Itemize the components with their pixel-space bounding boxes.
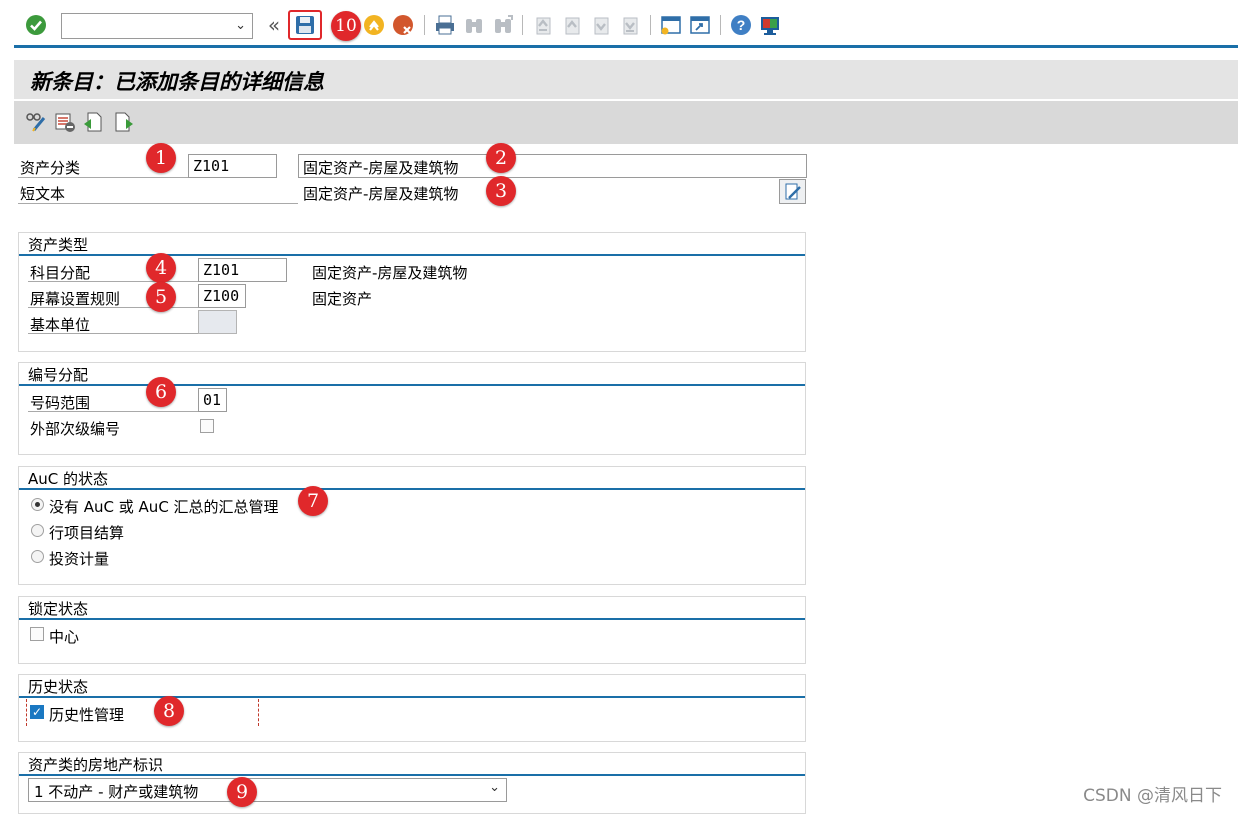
save-icon[interactable] <box>288 10 322 40</box>
base-unit-field[interactable] <box>198 310 237 334</box>
chevron-down-icon[interactable]: ⌄ <box>489 780 500 795</box>
group-title: 资产类的房地产标识 <box>28 756 164 774</box>
annotation-badge: 5 <box>146 282 176 312</box>
auc-summary-radio[interactable] <box>31 498 44 511</box>
investment-measure-radio[interactable] <box>31 550 44 563</box>
group-title: 历史状态 <box>28 678 89 696</box>
back-icon[interactable] <box>362 13 386 37</box>
asset-class-label: 资产分类 <box>20 159 81 177</box>
group-lock-status: 锁定状态 <box>18 596 806 664</box>
annotation-badge: 10 <box>331 11 361 41</box>
group-title: 编号分配 <box>28 366 89 384</box>
short-text-field[interactable]: 固定资产-房屋及建筑物 <box>298 180 770 204</box>
new-session-icon[interactable] <box>659 13 683 37</box>
group-title: AuC 的状态 <box>28 470 109 488</box>
number-range-field[interactable]: 01 <box>198 388 227 412</box>
title-bar: 新条目：已添加条目的详细信息 <box>14 60 1238 99</box>
annotation-badge: 1 <box>146 143 176 173</box>
line-item-settlement-label: 行项目结算 <box>49 524 125 542</box>
short-text-label: 短文本 <box>20 185 66 203</box>
screen-layout-label: 屏幕设置规则 <box>30 290 121 308</box>
watermark: CSDN @清风日下 <box>1083 786 1222 806</box>
last-page-icon[interactable] <box>618 13 642 37</box>
asset-class-description: 固定资产-房屋及建筑物 <box>298 154 807 178</box>
annotation-badge: 8 <box>154 696 184 726</box>
number-range-label: 号码范围 <box>30 394 91 412</box>
annotation-badge: 9 <box>227 777 257 807</box>
group-numbering: 编号分配 <box>18 362 806 455</box>
display-change-icon[interactable] <box>24 110 48 134</box>
base-unit-label: 基本单位 <box>30 316 91 334</box>
collapse-icon[interactable]: « <box>262 13 286 37</box>
chevron-down-icon[interactable]: ⌄ <box>235 18 246 33</box>
account-determination-description: 固定资产-房屋及建筑物 <box>312 264 468 282</box>
investment-measure-label: 投资计量 <box>49 550 110 568</box>
page-title: 新条目：已添加条目的详细信息 <box>30 69 324 94</box>
center-lock-label: 中心 <box>49 628 80 646</box>
command-field[interactable]: ⌄ <box>61 13 253 39</box>
real-estate-indicator-value: 1 不动产 - 财产或建筑物 <box>34 783 199 801</box>
find-next-icon[interactable] <box>491 13 515 37</box>
annotation-badge: 7 <box>298 486 328 516</box>
auc-summary-label: 没有 AuC 或 AuC 汇总的汇总管理 <box>49 498 279 516</box>
customize-layout-icon[interactable] <box>758 13 782 37</box>
help-icon[interactable]: ? <box>729 13 753 37</box>
asset-class-field[interactable]: Z101 <box>188 154 277 178</box>
group-auc-status: AuC 的状态 <box>18 466 806 585</box>
account-determination-label: 科目分配 <box>30 264 91 282</box>
system-toolbar: ⌄ « ? <box>0 0 1238 48</box>
screen-layout-description: 固定资产 <box>312 290 373 308</box>
real-estate-indicator-dropdown[interactable]: 1 不动产 - 财产或建筑物 ⌄ <box>28 778 507 802</box>
history-management-checkbox[interactable]: ✓ <box>30 705 44 719</box>
previous-entry-icon[interactable] <box>81 110 105 134</box>
annotation-badge: 3 <box>486 176 516 206</box>
group-title: 锁定状态 <box>28 600 89 618</box>
center-lock-checkbox[interactable] <box>30 627 44 641</box>
application-toolbar <box>14 101 1238 144</box>
svg-text:?: ? <box>737 17 746 33</box>
long-text-edit-button[interactable] <box>779 179 806 204</box>
account-determination-field[interactable]: Z101 <box>198 258 287 282</box>
prev-page-icon[interactable] <box>560 13 584 37</box>
history-management-label: 历史性管理 <box>49 706 125 724</box>
cancel-icon[interactable] <box>391 13 415 37</box>
screen-layout-field[interactable]: Z100 <box>198 284 246 308</box>
check-icon[interactable] <box>24 13 48 37</box>
next-entry-icon[interactable] <box>112 110 136 134</box>
external-sub-number-checkbox[interactable] <box>200 419 214 433</box>
group-asset-type: 资产类型 <box>18 232 806 352</box>
first-page-icon[interactable] <box>531 13 555 37</box>
annotation-badge: 4 <box>146 253 176 283</box>
line-item-settlement-radio[interactable] <box>31 524 44 537</box>
delete-icon[interactable] <box>53 110 77 134</box>
edit-icon <box>785 183 801 199</box>
annotation-badge: 6 <box>146 377 176 407</box>
external-sub-number-label: 外部次级编号 <box>30 420 121 438</box>
next-page-icon[interactable] <box>589 13 613 37</box>
find-icon[interactable] <box>462 13 486 37</box>
print-icon[interactable] <box>433 13 457 37</box>
toolbar-divider <box>14 45 1238 48</box>
shortcut-icon[interactable] <box>688 13 712 37</box>
group-title: 资产类型 <box>28 236 89 254</box>
annotation-badge: 2 <box>486 143 516 173</box>
